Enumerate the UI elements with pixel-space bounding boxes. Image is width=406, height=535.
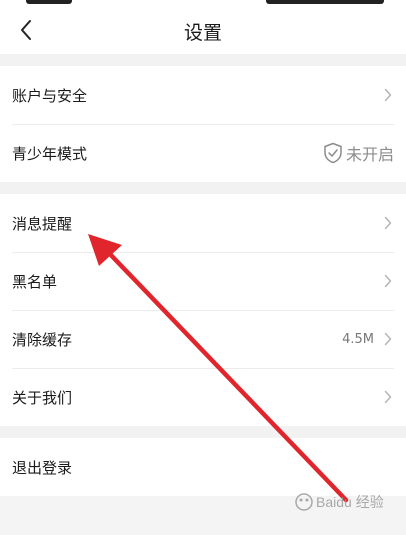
logout-button[interactable]: 退出登录 [0, 438, 406, 496]
status-time [26, 0, 72, 4]
row-message-reminder[interactable]: 消息提醒 [0, 194, 406, 252]
nav-header: 设置 [0, 8, 406, 54]
chevron-right-icon [382, 216, 394, 230]
row-about-us[interactable]: 关于我们 [0, 368, 406, 426]
chevron-right-icon [382, 332, 394, 346]
status-bar [0, 0, 406, 8]
youth-mode-status: 未开启 [345, 145, 394, 164]
chevron-right-icon [382, 274, 394, 288]
row-label: 黑名单 [12, 272, 58, 291]
row-blacklist[interactable]: 黑名单 [0, 252, 406, 310]
settings-group-logout: 退出登录 [0, 438, 406, 496]
cache-size-value: 4.5M [342, 331, 374, 347]
row-account-security[interactable]: 账户与安全 [0, 66, 406, 124]
row-label: 关于我们 [12, 388, 73, 407]
row-label: 青少年模式 [12, 144, 88, 163]
row-label: 清除缓存 [12, 330, 73, 349]
chevron-right-icon [382, 390, 394, 404]
bottom-area [0, 496, 406, 535]
shield-check-icon [323, 142, 343, 164]
status-indicators [266, 0, 384, 4]
row-label: 消息提醒 [12, 214, 73, 233]
chevron-right-icon [382, 88, 394, 102]
page-title: 设置 [183, 22, 222, 44]
row-clear-cache[interactable]: 清除缓存 4.5M [0, 310, 406, 368]
row-label: 账户与安全 [12, 86, 88, 105]
settings-group-account: 账户与安全 青少年模式 未开启 [0, 66, 406, 182]
row-label: 退出登录 [12, 458, 73, 477]
row-youth-mode[interactable]: 青少年模式 未开启 [0, 124, 406, 182]
settings-group-general: 消息提醒 黑名单 清除缓存 4.5M 关于我们 [0, 194, 406, 426]
